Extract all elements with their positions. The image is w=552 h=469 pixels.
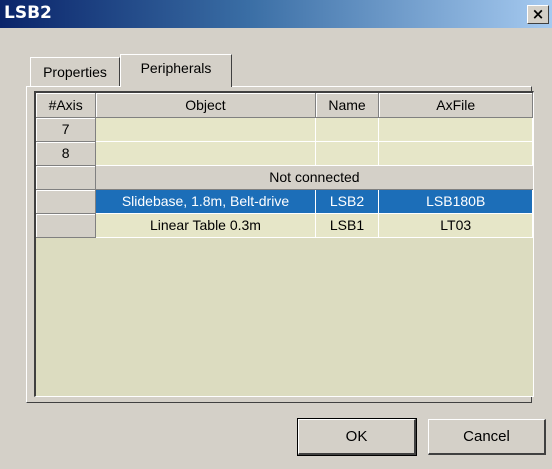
cancel-button-label: Cancel [463,428,510,445]
group-row: Not connected [36,165,533,190]
window-title: LSB2 [4,3,52,23]
row-header[interactable] [36,165,97,190]
peripherals-grid: #Axis Object Name AxFile 7 8 Not connect… [34,91,534,397]
table-row-selected[interactable]: Slidebase, 1.8m, Belt-drive LSB2 LSB180B [36,189,533,214]
table-row[interactable]: 8 [36,141,533,166]
ok-button[interactable]: OK [297,418,417,456]
row-header[interactable] [36,189,97,214]
ok-button-label: OK [345,428,368,445]
column-header-axis[interactable]: #Axis [36,93,97,118]
header-row: #Axis Object Name AxFile [36,93,533,118]
object-cell[interactable] [95,141,316,166]
title-bar[interactable]: LSB2 × [0,0,552,28]
cancel-button[interactable]: Cancel [428,419,546,455]
dialog-window: LSB2 × Properties Peripherals #Axis Obje… [0,0,552,469]
axfile-cell[interactable]: LSB180B [378,189,533,214]
axfile-cell[interactable]: LT03 [378,213,533,238]
table-row[interactable]: 7 [36,117,533,142]
close-icon: × [531,5,545,23]
axfile-cell[interactable] [378,141,533,166]
object-cell[interactable] [95,117,316,142]
object-cell[interactable]: Linear Table 0.3m [95,213,316,238]
name-cell[interactable] [315,117,380,142]
name-cell[interactable]: LSB1 [315,213,380,238]
close-button[interactable]: × [527,5,549,24]
table-row[interactable]: Linear Table 0.3m LSB1 LT03 [36,213,533,238]
row-header[interactable] [36,213,97,238]
column-header-name[interactable]: Name [315,93,380,118]
axfile-cell[interactable] [378,117,533,142]
tab-peripherals[interactable]: Peripherals [120,54,232,87]
group-label: Not connected [95,165,533,190]
tab-peripherals-label: Peripherals [140,60,212,76]
column-header-object[interactable]: Object [95,93,316,118]
object-cell[interactable]: Slidebase, 1.8m, Belt-drive [95,189,316,214]
tab-properties[interactable]: Properties [30,57,120,86]
column-header-axfile[interactable]: AxFile [378,93,533,118]
name-cell[interactable] [315,141,380,166]
tab-properties-label: Properties [43,64,107,80]
row-header[interactable]: 7 [36,117,97,142]
name-cell[interactable]: LSB2 [315,189,380,214]
row-header[interactable]: 8 [36,141,97,166]
peripherals-table: #Axis Object Name AxFile 7 8 Not connect… [36,93,533,238]
